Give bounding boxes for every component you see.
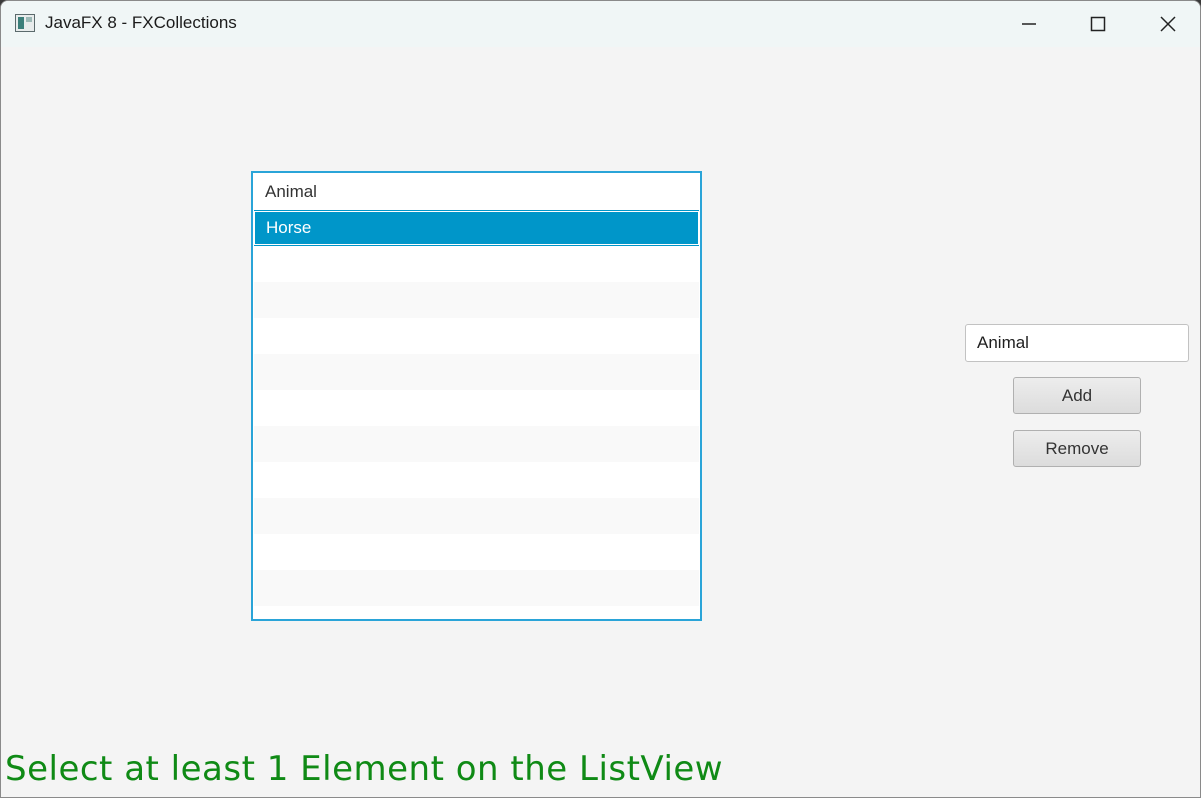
list-empty-row (254, 534, 699, 570)
list-empty-row (254, 570, 699, 606)
window-title: JavaFX 8 - FXCollections (45, 13, 237, 32)
maximize-icon (1090, 16, 1106, 32)
status-message: Select at least 1 Element on the ListVie… (5, 749, 724, 789)
title-bar[interactable]: JavaFX 8 - FXCollections (1, 1, 1200, 47)
remove-button[interactable]: Remove (1013, 430, 1141, 467)
list-empty-row (254, 282, 699, 318)
list-view[interactable]: Animal Horse (251, 171, 702, 621)
minimize-icon (1022, 23, 1036, 25)
maximize-button[interactable] (1063, 1, 1133, 47)
list-item[interactable]: Horse (254, 210, 699, 246)
list-empty-row (254, 426, 699, 462)
close-button[interactable] (1133, 1, 1200, 47)
list-item[interactable]: Animal (254, 174, 699, 210)
minimize-button[interactable] (994, 1, 1064, 47)
list-empty-row (254, 354, 699, 390)
app-window: JavaFX 8 - FXCollections AnimalHorse Add… (0, 0, 1201, 798)
list-empty-row (254, 606, 699, 618)
list-empty-row (254, 498, 699, 534)
list-view-content: Animal Horse (254, 174, 699, 618)
app-icon (15, 14, 35, 32)
list-empty-row (254, 390, 699, 426)
add-button[interactable]: Add (1013, 377, 1141, 414)
list-empty-row (254, 318, 699, 354)
list-empty-row (254, 246, 699, 282)
close-icon (1160, 16, 1176, 32)
animal-input[interactable] (965, 324, 1189, 362)
list-empty-row (254, 462, 699, 498)
